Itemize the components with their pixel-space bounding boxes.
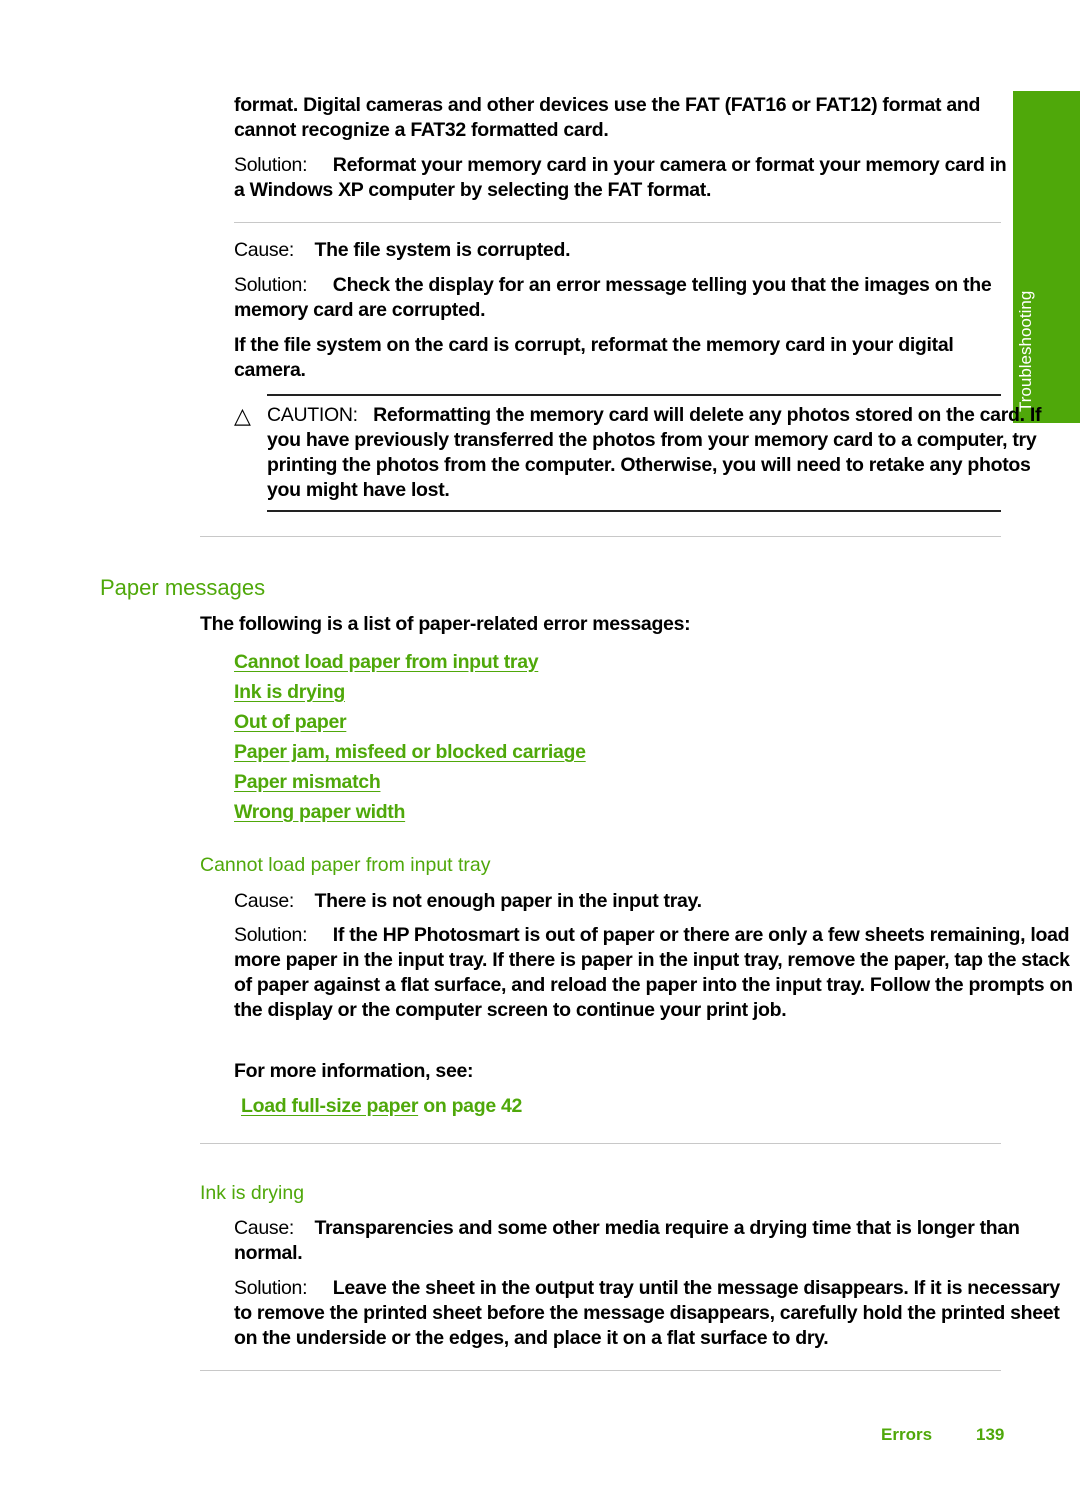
section-divider (200, 536, 1001, 537)
corrupt-extra: If the file system on the card is corrup… (234, 334, 954, 381)
continued-line-2: cannot recognize a FAT32 formatted card. (234, 119, 609, 141)
fat-solution: Solution: Reformat your memory card in y… (234, 153, 1014, 203)
link-paper-mismatch[interactable]: Paper mismatch (234, 771, 381, 793)
caution-triangle-icon: △ (234, 403, 251, 428)
cannot-load-heading: Cannot load paper from input tray (200, 854, 491, 876)
page-number: 139 (976, 1425, 1005, 1444)
paper-messages-heading: Paper messages (100, 575, 266, 600)
solution-label: Solution: (234, 274, 308, 296)
solution-label: Solution: (234, 1277, 308, 1299)
solution-label: Solution: (234, 924, 308, 946)
corrupt-solution: Solution: Check the display for an error… (234, 273, 1014, 323)
corrupt-cause: Cause: The file system is corrupted. (234, 238, 571, 263)
paper-messages-link-list: Cannot load paper from input tray Ink is… (234, 647, 586, 827)
solution-text: Leave the sheet in the output tray until… (234, 1277, 1060, 1349)
link-load-full-size-paper[interactable]: Load full-size paper (241, 1095, 418, 1117)
caution-text: Reformatting the memory card will delete… (267, 404, 1042, 501)
link-cannot-load-paper[interactable]: Cannot load paper from input tray (234, 651, 539, 673)
cannot-load-solution: Solution: If the HP Photosmart is out of… (234, 923, 1074, 1023)
continued-paragraph: format. Digital cameras and other device… (234, 93, 1014, 143)
link-out-of-paper[interactable]: Out of paper (234, 711, 347, 733)
section-divider (234, 222, 1001, 223)
troubleshooting-tab-label: Troubleshooting (1016, 290, 1035, 412)
cause-text: The file system is corrupted. (314, 239, 571, 261)
solution-text: If the HP Photosmart is out of paper or … (234, 924, 1073, 1021)
solution-text: Reformat your memory card in your camera… (234, 154, 1007, 201)
cause-label: Cause: (234, 1217, 294, 1239)
cannot-load-cause: Cause: There is not enough paper in the … (234, 889, 702, 914)
caution-bottom-rule (267, 510, 1001, 512)
paper-messages-intro: The following is a list of paper-related… (200, 613, 691, 635)
caution-note: CAUTION: Reformatting the memory card wi… (267, 403, 1067, 503)
more-info-label: For more information, see: (234, 1060, 474, 1082)
section-divider (200, 1370, 1001, 1371)
cause-text: There is not enough paper in the input t… (314, 890, 702, 912)
reference: Load full-size paper on page 42 (241, 1094, 522, 1119)
continued-line-1: format. Digital cameras and other device… (234, 94, 981, 116)
caution-label: CAUTION: (267, 404, 358, 426)
ink-drying-cause: Cause: Transparencies and some other med… (234, 1216, 1064, 1266)
ink-drying-heading: Ink is drying (200, 1182, 305, 1204)
section-divider (200, 1143, 1001, 1144)
footer-section: Errors (881, 1425, 933, 1444)
link-paper-jam[interactable]: Paper jam, misfeed or blocked carriage (234, 741, 586, 763)
ink-drying-solution: Solution: Leave the sheet in the output … (234, 1276, 1074, 1351)
link-wrong-paper-width[interactable]: Wrong paper width (234, 801, 405, 823)
cause-label: Cause: (234, 890, 294, 912)
solution-label: Solution: (234, 154, 308, 176)
caution-top-rule (267, 394, 1001, 396)
cause-text: Transparencies and some other media requ… (234, 1217, 1020, 1264)
reference-page: on page 42 (418, 1095, 523, 1117)
solution-text: Check the display for an error message t… (234, 274, 992, 321)
link-ink-is-drying[interactable]: Ink is drying (234, 681, 345, 703)
cause-label: Cause: (234, 239, 294, 261)
